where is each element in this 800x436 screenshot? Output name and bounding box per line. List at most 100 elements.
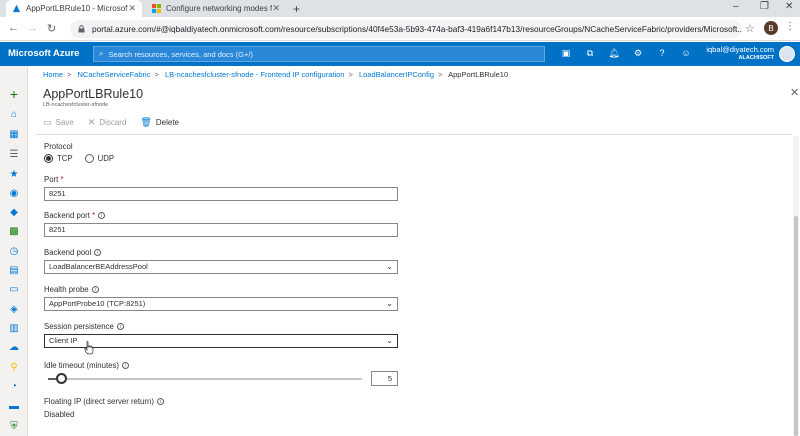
breadcrumb-separator: >: [438, 70, 443, 79]
advisor-icon[interactable]: ⚲: [8, 362, 20, 374]
azure-favicon-icon: [12, 4, 21, 13]
session-persistence-dropdown[interactable]: Client IP ⌄: [44, 334, 398, 348]
virtual-machines-icon[interactable]: ▭: [8, 284, 20, 296]
delete-label: Delete: [155, 118, 179, 127]
breadcrumb-ipconfig[interactable]: LoadBalancerIPConfig: [359, 70, 434, 79]
storage-accounts-icon[interactable]: ▥: [8, 323, 20, 335]
resource-groups-icon[interactable]: ◆: [8, 207, 20, 219]
help-icon[interactable]: ?: [656, 48, 668, 58]
browser-tab[interactable]: Configure networking modes for ✕: [146, 0, 286, 17]
idle-timeout-label: Idle timeout (minutes) i: [44, 361, 129, 370]
azure-header: Microsoft Azure ⌕ Search resources, serv…: [0, 42, 800, 66]
page-title: AppPortLBRule10: [43, 87, 144, 101]
delete-button[interactable]: 🗑︎ Delete: [140, 117, 179, 128]
command-bar: ▭ Save ✕ Discard 🗑︎ Delete: [43, 117, 193, 128]
save-button[interactable]: ▭ Save: [43, 117, 74, 128]
health-probe-dropdown[interactable]: AppPortProbe10 (TCP:8251) ⌄: [44, 297, 398, 311]
radio-selected-dot: [46, 156, 51, 161]
info-icon[interactable]: i: [156, 398, 164, 406]
profile-avatar[interactable]: B: [764, 21, 778, 35]
feedback-icon[interactable]: ☺: [680, 48, 692, 58]
cloud-shell-icon[interactable]: ▣: [560, 48, 572, 59]
idle-timeout-input[interactable]: 5: [371, 371, 398, 386]
account-avatar[interactable]: [779, 46, 795, 62]
breadcrumb-home[interactable]: Home: [43, 70, 63, 79]
session-persistence-value: Client IP: [49, 336, 78, 345]
minimize-icon[interactable]: –: [733, 1, 739, 12]
close-tab-icon[interactable]: ✕: [128, 3, 136, 14]
browser-tab-active[interactable]: AppPortLBRule10 - Microsoft Az ✕: [6, 0, 142, 17]
azure-search-input[interactable]: ⌕ Search resources, services, and docs (…: [93, 46, 545, 62]
discard-button[interactable]: ✕ Discard: [88, 117, 127, 128]
save-icon: ▭: [43, 117, 52, 127]
scrollbar-thumb[interactable]: [794, 216, 798, 436]
backend-port-label-text: Backend port: [44, 211, 90, 220]
info-icon[interactable]: i: [91, 286, 99, 294]
breadcrumb-resource-group[interactable]: NCacheServiceFabric: [78, 70, 151, 79]
tab-title: AppPortLBRule10 - Microsoft Az: [26, 4, 129, 13]
breadcrumb-separator: >: [67, 70, 72, 79]
vertical-scrollbar[interactable]: [793, 136, 799, 436]
tcp-label: TCP: [57, 154, 73, 163]
azure-brand[interactable]: Microsoft Azure: [8, 48, 79, 59]
new-tab-icon[interactable]: +: [293, 2, 300, 16]
back-icon[interactable]: ←: [8, 22, 19, 34]
browser-menu-icon[interactable]: ⋮: [785, 21, 795, 32]
create-resource-icon[interactable]: +: [8, 87, 20, 101]
health-probe-label-text: Health probe: [44, 285, 89, 294]
close-blade-icon[interactable]: ✕: [790, 86, 799, 99]
notifications-icon[interactable]: 🔔︎: [608, 48, 620, 59]
settings-gear-icon[interactable]: ⚙: [632, 48, 644, 59]
backend-port-input[interactable]: 8251: [44, 223, 398, 237]
session-persistence-label: Session persistence i: [44, 322, 124, 331]
idle-timeout-slider[interactable]: [48, 378, 362, 380]
maximize-icon[interactable]: ❐: [760, 1, 769, 12]
required-asterisk: *: [60, 175, 64, 184]
chevron-down-icon: ⌄: [386, 336, 393, 345]
backend-pool-label: Backend pool i: [44, 248, 102, 257]
udp-label: UDP: [97, 154, 115, 163]
backend-port-label: Backend port * i: [44, 211, 106, 220]
chevron-down-icon: ⌄: [386, 299, 393, 308]
sql-databases-icon[interactable]: ▤: [8, 265, 20, 277]
discard-icon: ✕: [87, 117, 96, 127]
favorites-star-icon[interactable]: ★: [8, 169, 20, 181]
cost-management-icon[interactable]: ▬: [8, 401, 20, 413]
all-services-icon[interactable]: ☰: [8, 149, 20, 161]
browser-tab-strip: AppPortLBRule10 - Microsoft Az ✕ Configu…: [0, 0, 800, 17]
info-icon[interactable]: i: [121, 362, 129, 370]
dashboard-icon[interactable]: ▦: [8, 129, 20, 141]
home-icon[interactable]: ⌂: [8, 109, 20, 121]
close-tab-icon[interactable]: ✕: [272, 3, 280, 14]
virtual-networks-icon[interactable]: ☁: [8, 342, 20, 354]
url-field[interactable]: portal.azure.com/#@iqbaldiyatech.onmicro…: [70, 20, 742, 38]
backend-pool-dropdown[interactable]: LoadBalancerBEAddressPool ⌄: [44, 260, 398, 274]
security-center-icon[interactable]: ⛨: [8, 421, 20, 433]
search-placeholder: Search resources, services, and docs (G+…: [108, 49, 253, 59]
account-info[interactable]: iqbal@diyatech.com ALACHISOFT: [706, 45, 774, 63]
close-window-icon[interactable]: ✕: [785, 1, 793, 12]
reload-icon[interactable]: ↻: [47, 22, 56, 35]
app-services-icon[interactable]: ▩: [8, 226, 20, 238]
function-apps-icon[interactable]: ◷: [8, 246, 20, 258]
info-icon[interactable]: i: [94, 249, 102, 257]
breadcrumb-current: AppPortLBRule10: [448, 70, 509, 79]
monitor-icon[interactable]: ◔: [8, 381, 20, 393]
tcp-radio[interactable]: [44, 154, 53, 163]
port-input[interactable]: 8251: [44, 187, 398, 201]
breadcrumb-separator: >: [154, 70, 159, 79]
udp-radio[interactable]: [84, 154, 94, 163]
forward-icon[interactable]: →: [27, 22, 38, 34]
directory-filter-icon[interactable]: ⧉: [584, 48, 596, 59]
breadcrumb-frontend-ip[interactable]: LB-ncachesfcluster-sfnode - Frontend IP …: [165, 70, 345, 79]
port-label-text: Port: [44, 175, 59, 184]
toolbar-divider: [36, 134, 792, 135]
load-balancers-icon[interactable]: ◈: [8, 304, 20, 316]
info-icon[interactable]: i: [116, 323, 124, 331]
slider-thumb[interactable]: [55, 373, 67, 384]
bookmark-star-icon[interactable]: ☆: [745, 22, 755, 35]
discard-label: Discard: [99, 118, 127, 127]
all-resources-icon[interactable]: ◉: [8, 188, 20, 200]
info-icon[interactable]: i: [98, 212, 106, 220]
hand-cursor-icon: [84, 341, 94, 355]
